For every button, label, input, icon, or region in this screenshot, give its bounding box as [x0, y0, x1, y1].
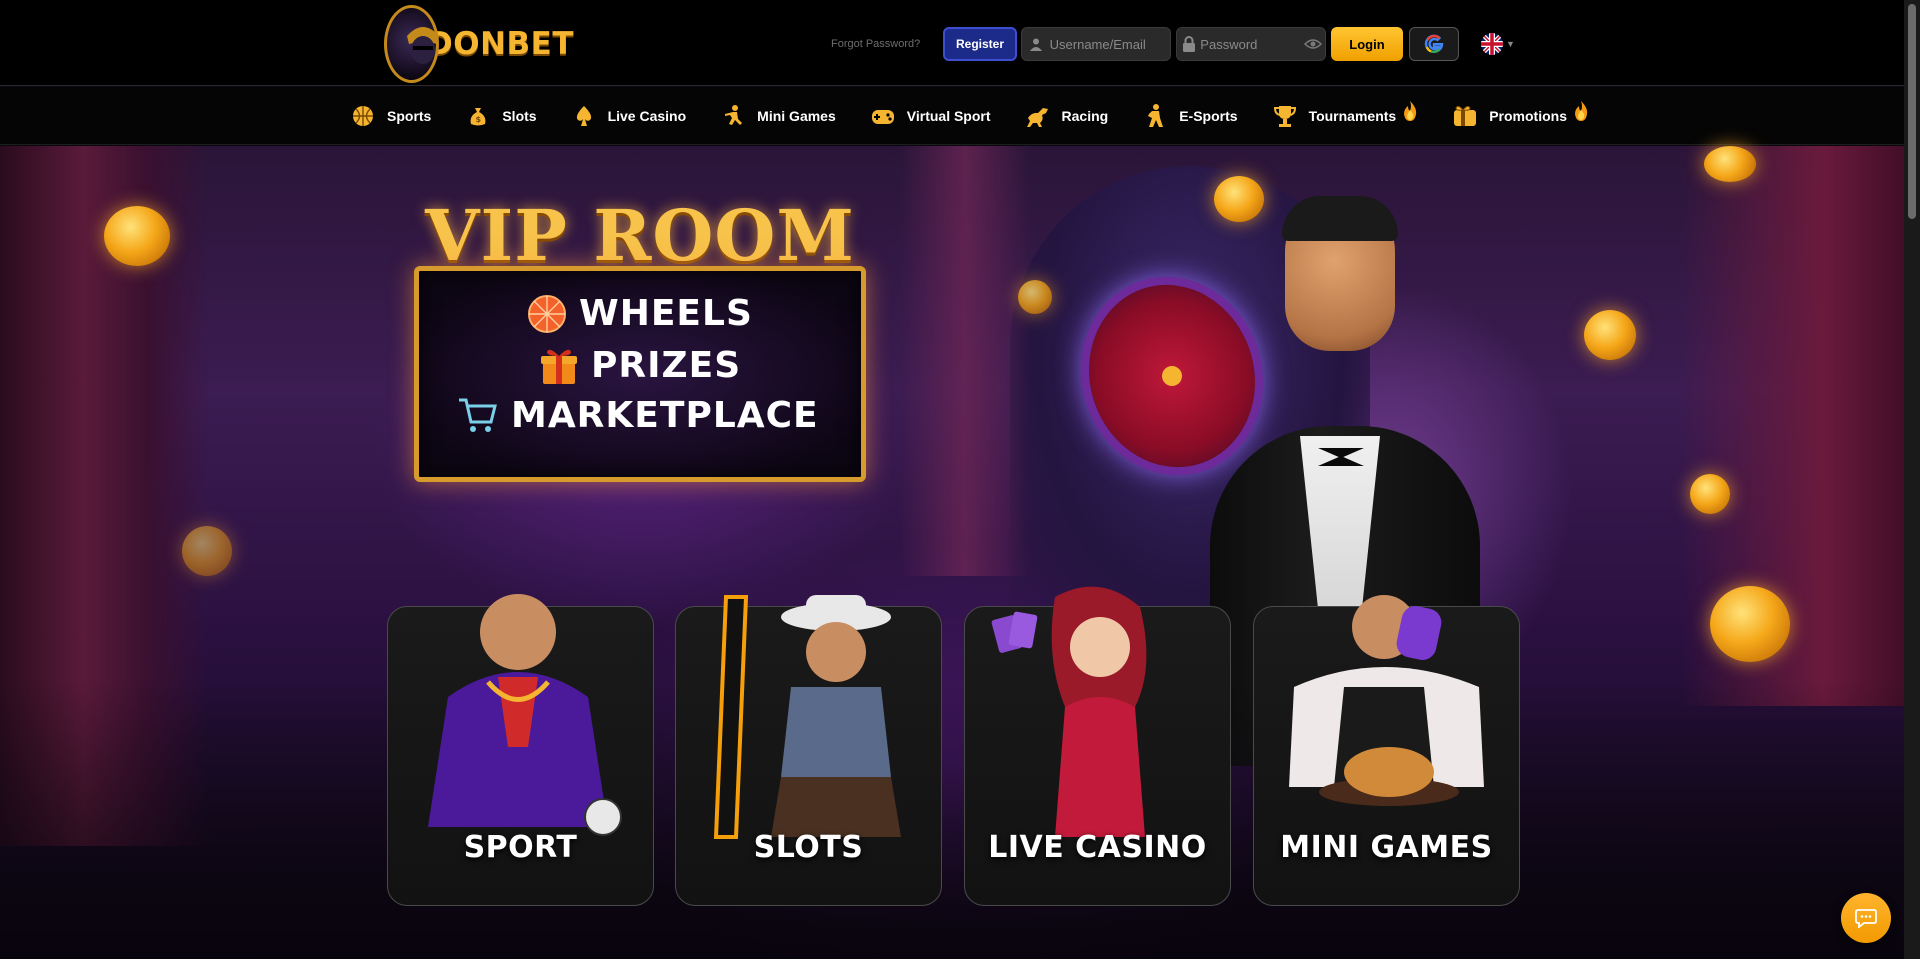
- nav-tournaments[interactable]: Tournaments: [1271, 87, 1419, 145]
- coin-decoration: [1710, 586, 1790, 662]
- nav-slots[interactable]: $ Slots: [464, 87, 537, 145]
- nav-sports[interactable]: Sports: [349, 87, 431, 145]
- basketball-icon: [349, 102, 377, 130]
- language-selector[interactable]: ▼: [1481, 33, 1515, 55]
- nav-mini-games[interactable]: Mini Games: [719, 87, 836, 145]
- banner-line-marketplace: MARKETPLACE: [457, 395, 819, 436]
- wheel-icon: [527, 294, 567, 334]
- hot-fire-icon: [1402, 100, 1418, 125]
- page-scrollbar[interactable]: [1904, 0, 1920, 959]
- banner-line-prizes: PRIZES: [539, 345, 741, 386]
- don-hair: [1282, 196, 1398, 241]
- username-input[interactable]: [1049, 36, 1170, 52]
- nav-virtual-sport[interactable]: Virtual Sport: [869, 87, 991, 145]
- category-card-sport[interactable]: SPORT: [387, 594, 654, 906]
- nav-label: Sports: [387, 108, 432, 124]
- gamepad-icon: [869, 102, 897, 130]
- password-input[interactable]: [1200, 36, 1302, 52]
- spade-icon: [570, 102, 598, 130]
- chevron-down-icon: ▼: [1506, 39, 1515, 49]
- coin-decoration: [1018, 280, 1052, 314]
- nav-label: Racing: [1061, 108, 1109, 124]
- chat-bubble-icon: [1855, 909, 1877, 928]
- register-button[interactable]: Register: [943, 27, 1017, 61]
- banner-line-label: PRIZES: [591, 345, 742, 386]
- mini-games-icon: [719, 102, 747, 130]
- cart-icon: [457, 396, 499, 436]
- scrollbar-thumb[interactable]: [1908, 4, 1916, 219]
- nav-label: Slots: [502, 108, 537, 124]
- category-card-live-casino[interactable]: LIVE CASINO: [964, 586, 1231, 906]
- live-chat-button[interactable]: [1841, 893, 1891, 943]
- top-header: DONBET Forgot Password? Register Login: [0, 0, 1920, 86]
- login-button[interactable]: Login: [1331, 27, 1403, 61]
- banner-line-label: MARKETPLACE: [511, 395, 819, 436]
- coin-decoration: [1704, 146, 1756, 182]
- nav-e-sports[interactable]: E-Sports: [1141, 87, 1238, 145]
- nav-live-casino[interactable]: Live Casino: [570, 87, 687, 145]
- coin-decoration: [1690, 474, 1730, 514]
- nav-promotions[interactable]: Promotions: [1451, 87, 1589, 145]
- money-bag-icon: $: [464, 102, 492, 130]
- banner-line-wheels: WHEELS: [527, 293, 753, 334]
- page: DONBET Forgot Password? Register Login: [0, 0, 1920, 959]
- nav-label: Promotions: [1489, 108, 1567, 124]
- curtain-middle: [900, 146, 1030, 576]
- sport-character-illustration: [388, 577, 653, 845]
- trophy-icon: [1271, 102, 1299, 130]
- slots-character-illustration: [676, 577, 941, 845]
- gift-icon: [1451, 102, 1479, 130]
- nav-racing[interactable]: Racing: [1024, 87, 1109, 145]
- main-nav: Sports $ Slots Live Casino Mini Games Vi…: [0, 87, 1920, 145]
- hero-banner[interactable]: VIP ROOM WHEELS PRIZES MARKETPLACE SPORT…: [0, 146, 1920, 959]
- nav-label: Live Casino: [607, 108, 687, 124]
- nav-label: Virtual Sport: [906, 108, 991, 124]
- lock-icon: [1177, 36, 1200, 52]
- password-field: [1176, 27, 1326, 61]
- coin-decoration: [182, 526, 232, 576]
- brand-logo[interactable]: DONBET: [384, 4, 574, 84]
- banner-line-label: WHEELS: [579, 293, 753, 334]
- forgot-password-link[interactable]: Forgot Password?: [831, 38, 920, 50]
- gift-box-icon: [539, 346, 579, 386]
- coin-decoration: [1214, 176, 1264, 222]
- card-label: SLOTS: [753, 830, 864, 865]
- svg-text:$: $: [476, 115, 482, 124]
- uk-flag-icon: [1481, 33, 1503, 55]
- mini-games-character-illustration: [1254, 577, 1519, 845]
- nav-label: E-Sports: [1179, 108, 1238, 124]
- card-label: LIVE CASINO: [988, 830, 1207, 865]
- card-label: SPORT: [463, 830, 578, 865]
- google-icon: [1424, 34, 1444, 53]
- user-icon: [1022, 37, 1050, 51]
- don-logo-icon: [384, 5, 440, 83]
- hot-fire-icon: [1573, 100, 1589, 125]
- horse-icon: [1024, 102, 1052, 130]
- live-casino-character-illustration: [965, 577, 1230, 845]
- vip-room-board: WHEELS PRIZES MARKETPLACE: [414, 266, 866, 482]
- category-card-slots[interactable]: SLOTS: [675, 595, 942, 906]
- nav-label: Mini Games: [757, 108, 836, 124]
- esports-player-icon: [1141, 102, 1169, 130]
- nav-label: Tournaments: [1308, 108, 1397, 124]
- vip-room-title: VIP ROOM: [425, 194, 855, 277]
- card-label: MINI GAMES: [1280, 830, 1493, 865]
- coin-decoration: [104, 206, 170, 266]
- coin-decoration: [1584, 310, 1636, 360]
- google-login-button[interactable]: [1409, 27, 1459, 61]
- username-field: [1021, 27, 1171, 61]
- floor-shadow: [0, 679, 1920, 959]
- eye-icon[interactable]: [1302, 38, 1325, 50]
- category-card-mini-games[interactable]: MINI GAMES: [1253, 595, 1520, 906]
